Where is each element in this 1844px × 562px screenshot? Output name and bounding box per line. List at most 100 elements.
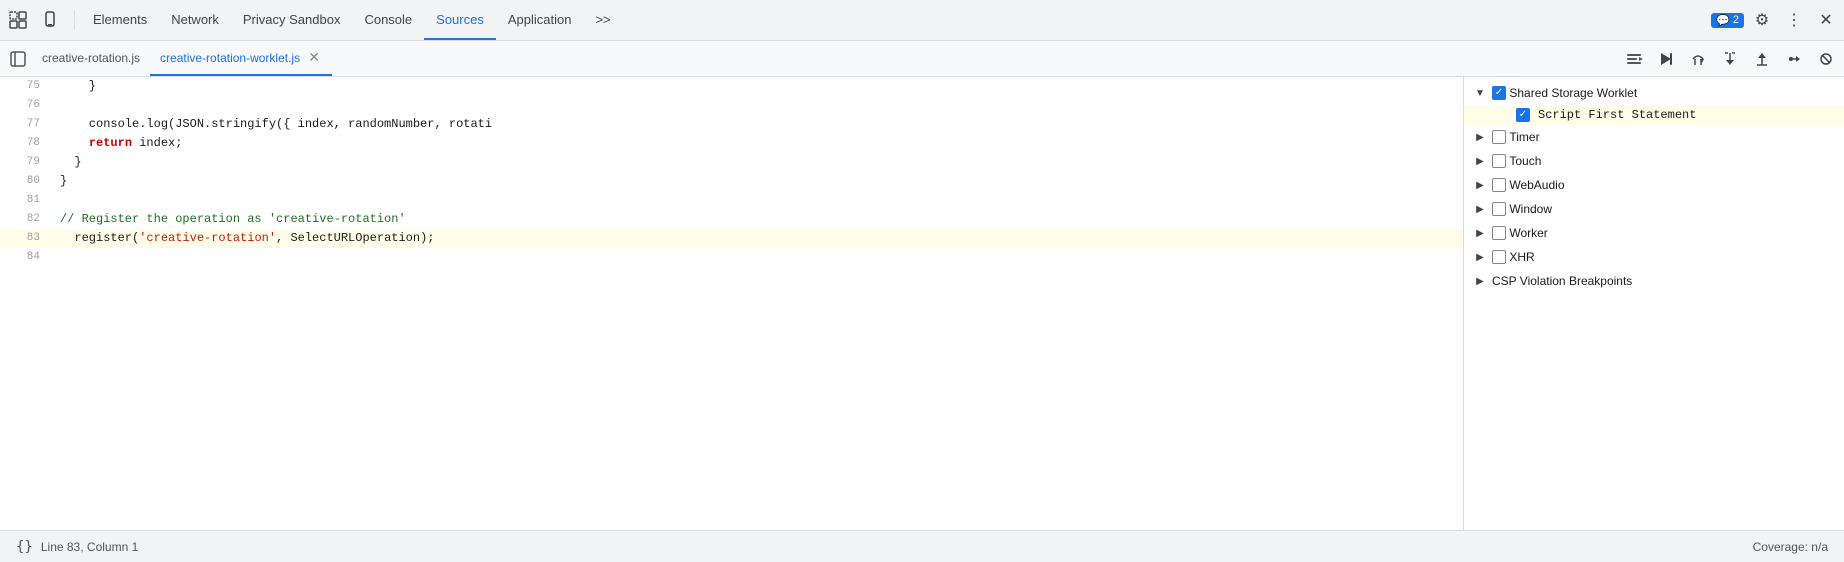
line-num-81: 81	[0, 191, 48, 210]
line-num-78: 78	[0, 134, 48, 153]
line-num-79: 79	[0, 153, 48, 172]
close-button[interactable]: ✕	[1812, 6, 1840, 34]
devtools-selector-icon[interactable]	[4, 6, 32, 34]
line-num-83: 83	[0, 229, 48, 248]
line-num-80: 80	[0, 172, 48, 191]
file-tab-creative-rotation-worklet-js[interactable]: creative-rotation-worklet.js ✕	[150, 41, 332, 76]
file-tabbar-right	[1620, 45, 1840, 73]
checkbox-window[interactable]	[1492, 202, 1506, 216]
code-line-77: 77 console.log(JSON.stringify({ index, r…	[0, 115, 1463, 134]
main-tab-nav: Elements Network Privacy Sandbox Console…	[81, 0, 1709, 40]
section-header-worker[interactable]: ▶ Worker	[1464, 221, 1844, 245]
line-content-79: }	[48, 153, 1463, 172]
code-line-84: 84	[0, 248, 1463, 267]
line-content-82: // Register the operation as 'creative-r…	[48, 210, 1463, 229]
checkbox-script-first-statement[interactable]	[1516, 108, 1530, 122]
chat-count: 2	[1733, 14, 1739, 26]
section-label-shared-storage-worklet: Shared Storage Worklet	[1509, 86, 1637, 100]
checkbox-xhr[interactable]	[1492, 250, 1506, 264]
line-num-84: 84	[0, 248, 48, 267]
checkbox-worker[interactable]	[1492, 226, 1506, 240]
deactivate-breakpoints-button[interactable]	[1812, 45, 1840, 73]
toolbar-right: 💬 2 ⚙ ⋮ ✕	[1711, 6, 1840, 34]
code-line-81: 81	[0, 191, 1463, 210]
devtools-mobile-icon[interactable]	[36, 6, 64, 34]
breakpoint-item-script-first-statement[interactable]: Script First Statement	[1464, 105, 1844, 125]
code-line-76: 76	[0, 96, 1463, 115]
line-content-76	[48, 96, 1463, 115]
tab-more[interactable]: >>	[583, 0, 622, 40]
section-label-webaudio: WebAudio	[1509, 178, 1564, 192]
file-tab-creative-rotation-js[interactable]: creative-rotation.js	[32, 41, 150, 76]
line-num-76: 76	[0, 96, 48, 115]
checkbox-touch[interactable]	[1492, 154, 1506, 168]
file-tabbar: creative-rotation.js creative-rotation-w…	[0, 41, 1844, 77]
breakpoint-label-script-first-statement: Script First Statement	[1538, 108, 1696, 122]
code-editor[interactable]: 75 } 76 77 console.log(JSON.stringify({ …	[0, 77, 1464, 530]
tab-sources[interactable]: Sources	[424, 0, 496, 40]
line-num-75: 75	[0, 77, 48, 96]
step-button[interactable]	[1780, 45, 1808, 73]
section-label-timer: Timer	[1509, 130, 1539, 144]
section-header-shared-storage-worklet[interactable]: ▼ Shared Storage Worklet	[1464, 81, 1844, 105]
checkbox-webaudio[interactable]	[1492, 178, 1506, 192]
right-panel: ▼ Shared Storage Worklet Script First St…	[1464, 77, 1844, 530]
tab-console[interactable]: Console	[352, 0, 424, 40]
devtools-toolbar: Elements Network Privacy Sandbox Console…	[0, 0, 1844, 41]
line-content-81	[48, 191, 1463, 210]
tab-application[interactable]: Application	[496, 0, 584, 40]
section-header-csp-violation[interactable]: ▶ CSP Violation Breakpoints	[1464, 269, 1844, 293]
line-content-78: return index;	[48, 134, 1463, 153]
line-num-77: 77	[0, 115, 48, 134]
format-button[interactable]	[1620, 45, 1648, 73]
code-line-80: 80 }	[0, 172, 1463, 191]
coverage-status: Coverage: n/a	[1753, 540, 1828, 554]
section-label-window: Window	[1509, 202, 1552, 216]
file-tab-close-button[interactable]: ✕	[306, 50, 322, 66]
sidebar-toggle-button[interactable]	[4, 45, 32, 73]
chevron-csp-violation: ▶	[1472, 273, 1488, 289]
step-into-button[interactable]	[1716, 45, 1744, 73]
section-label-worker: Worker	[1509, 226, 1547, 240]
section-header-xhr[interactable]: ▶ XHR	[1464, 245, 1844, 269]
section-label-xhr: XHR	[1509, 250, 1534, 264]
main-area: 75 } 76 77 console.log(JSON.stringify({ …	[0, 77, 1844, 530]
section-header-touch[interactable]: ▶ Touch	[1464, 149, 1844, 173]
checkbox-timer[interactable]	[1492, 130, 1506, 144]
cursor-position: Line 83, Column 1	[41, 540, 138, 554]
tab-network[interactable]: Network	[159, 0, 231, 40]
line-num-82: 82	[0, 210, 48, 229]
chevron-timer: ▶	[1472, 129, 1488, 145]
settings-button[interactable]: ⚙	[1748, 6, 1776, 34]
code-line-83: 83 register('creative-rotation', SelectU…	[0, 229, 1463, 248]
chevron-window: ▶	[1472, 201, 1488, 217]
step-out-button[interactable]	[1748, 45, 1776, 73]
code-line-75: 75 }	[0, 77, 1463, 96]
step-over-button[interactable]	[1684, 45, 1712, 73]
section-header-timer[interactable]: ▶ Timer	[1464, 125, 1844, 149]
line-content-84	[48, 248, 1463, 267]
resume-button[interactable]	[1652, 45, 1680, 73]
chat-badge[interactable]: 💬 2	[1711, 13, 1744, 28]
chevron-shared-storage-worklet: ▼	[1472, 85, 1488, 101]
line-content-77: console.log(JSON.stringify({ index, rand…	[48, 115, 1463, 134]
file-tab-label: creative-rotation.js	[42, 51, 140, 65]
tab-elements[interactable]: Elements	[81, 0, 159, 40]
section-label-csp-violation: CSP Violation Breakpoints	[1492, 274, 1632, 288]
code-line-82: 82 // Register the operation as 'creativ…	[0, 210, 1463, 229]
code-line-79: 79 }	[0, 153, 1463, 172]
more-options-button[interactable]: ⋮	[1780, 6, 1808, 34]
status-bar: {} Line 83, Column 1 Coverage: n/a	[0, 530, 1844, 562]
line-content-75: }	[48, 77, 1463, 96]
section-header-window[interactable]: ▶ Window	[1464, 197, 1844, 221]
chevron-webaudio: ▶	[1472, 177, 1488, 193]
checkbox-shared-storage-worklet[interactable]	[1492, 86, 1506, 100]
devtools-icon-group	[4, 6, 64, 34]
chevron-touch: ▶	[1472, 153, 1488, 169]
tab-privacy-sandbox[interactable]: Privacy Sandbox	[231, 0, 353, 40]
file-tab-active-label: creative-rotation-worklet.js	[160, 51, 300, 65]
section-label-touch: Touch	[1509, 154, 1541, 168]
section-header-webaudio[interactable]: ▶ WebAudio	[1464, 173, 1844, 197]
curly-braces-icon[interactable]: {}	[16, 539, 33, 555]
chat-icon: 💬	[1716, 14, 1730, 27]
